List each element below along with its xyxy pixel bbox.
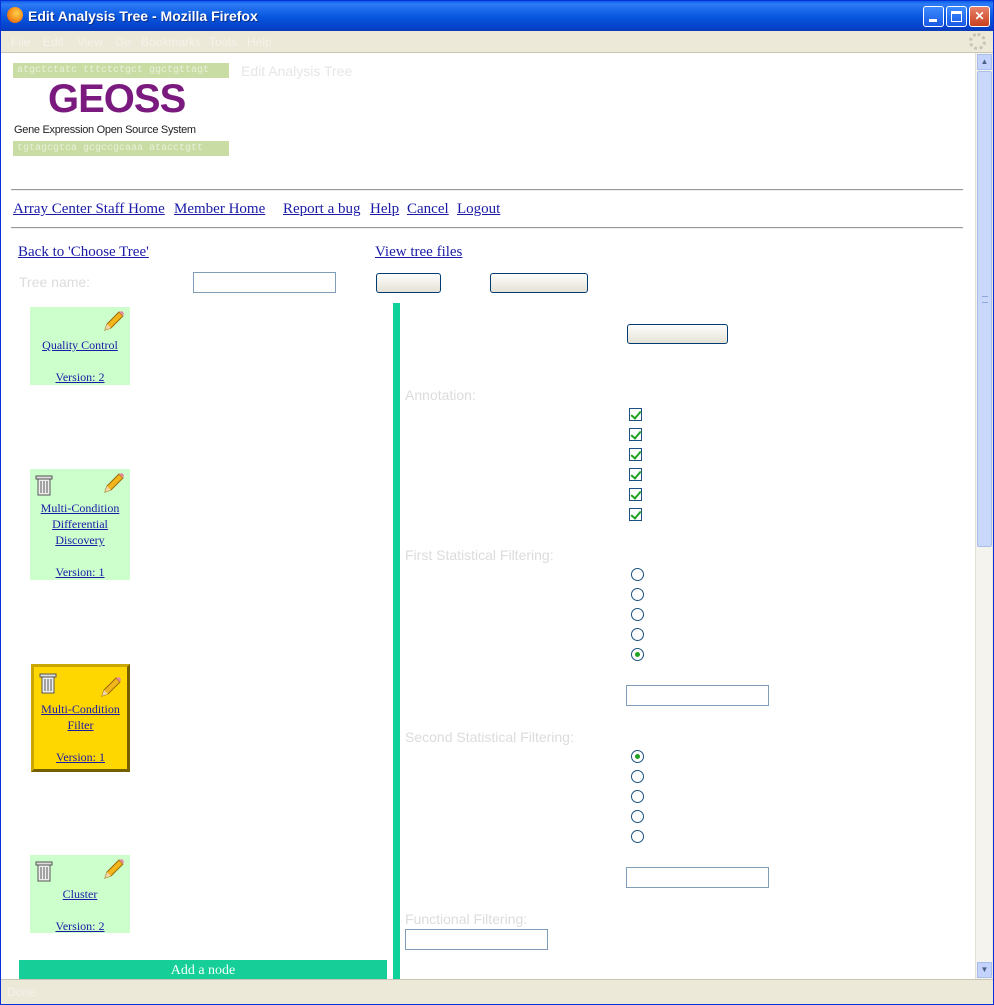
node-version-link[interactable]: Version: 1 (30, 564, 130, 580)
annotation-label: Annotation: (405, 387, 476, 403)
close-icon: ✕ (974, 9, 985, 23)
minimize-icon (929, 19, 937, 22)
menu-edit[interactable]: Edit (43, 35, 64, 49)
node-version-link[interactable]: Version: 2 (30, 918, 130, 934)
node-version-link[interactable]: Version: 2 (30, 369, 130, 385)
menu-help[interactable]: Help (247, 35, 272, 49)
title-bar[interactable]: Edit Analysis Tree - Mozilla Firefox ✕ (1, 1, 993, 31)
nav-staff-home[interactable]: Array Center Staff Home (13, 201, 165, 218)
first-filter-radio-5[interactable] (631, 648, 644, 661)
tree-node-cluster: Cluster Version: 2 (30, 855, 130, 933)
firefox-icon (7, 7, 23, 23)
annotation-checkbox-6[interactable] (629, 508, 642, 521)
throbber-icon (969, 33, 986, 50)
second-filter-radio-3[interactable] (631, 790, 644, 803)
close-button[interactable]: ✕ (969, 6, 990, 27)
annotation-checkbox-1[interactable] (629, 408, 642, 421)
page-title: Edit Analysis Tree (241, 63, 353, 79)
status-bar: Done (1, 979, 993, 1004)
grip-icon (982, 296, 988, 303)
edit-pencil-icon[interactable] (99, 675, 123, 699)
tree-properties-divider (393, 303, 400, 979)
scroll-up-arrow-icon[interactable]: ▲ (977, 54, 992, 70)
add-node-button[interactable]: Add a node (19, 960, 387, 979)
node-name-link[interactable]: Multi-Condition Filter (34, 701, 127, 733)
status-text: Done (7, 985, 36, 999)
minimize-button[interactable] (923, 6, 944, 27)
window-title: Edit Analysis Tree - Mozilla Firefox (28, 8, 258, 24)
functional-filter-label: Functional Filtering: (405, 911, 528, 927)
first-filter-input[interactable] (626, 685, 769, 706)
tree-name-input[interactable] (193, 272, 336, 293)
functional-filter-input[interactable] (405, 929, 548, 950)
trash-icon[interactable] (34, 473, 54, 497)
second-filter-radio-5[interactable] (631, 830, 644, 843)
maximize-button[interactable] (946, 6, 967, 27)
second-filter-radio-1[interactable] (631, 750, 644, 763)
scrollbar-thumb[interactable] (977, 71, 992, 547)
nav-report-bug[interactable]: Report a bug (283, 201, 360, 218)
node-name-link[interactable]: Multi-Condition Differential Discovery (30, 500, 130, 548)
logo-subtitle: Gene Expression Open Source System (14, 124, 196, 136)
properties-action-button[interactable] (627, 324, 728, 344)
tree-action-button-1[interactable] (376, 273, 441, 293)
first-filter-radio-1[interactable] (631, 568, 644, 581)
second-filter-radio-2[interactable] (631, 770, 644, 783)
tree-node-differential-discovery: Multi-Condition Differential Discovery V… (30, 469, 130, 580)
view-tree-files-link[interactable]: View tree files (375, 244, 462, 261)
second-filter-input[interactable] (626, 867, 769, 888)
node-name-link[interactable]: Cluster (30, 886, 130, 902)
menu-bookmarks[interactable]: Bookmarks (141, 35, 201, 49)
edit-pencil-icon[interactable] (102, 471, 126, 495)
node-name-link[interactable]: Quality Control (30, 337, 130, 353)
annotation-checkbox-5[interactable] (629, 488, 642, 501)
geoss-logo: GEOSS (48, 77, 186, 121)
divider-bottom (11, 227, 963, 229)
annotation-checkbox-2[interactable] (629, 428, 642, 441)
menu-file[interactable]: File (11, 35, 30, 49)
menu-bar: File Edit View Go Bookmarks Tools Help (1, 31, 993, 53)
second-filter-radio-4[interactable] (631, 810, 644, 823)
tree-name-label: Tree name: (19, 274, 91, 290)
first-filter-radio-4[interactable] (631, 628, 644, 641)
vertical-scrollbar[interactable]: ▲ ▼ (975, 53, 992, 979)
menu-go[interactable]: Go (115, 35, 131, 49)
nav-help[interactable]: Help (370, 201, 399, 218)
nav-logout[interactable]: Logout (457, 201, 500, 218)
first-filter-radio-2[interactable] (631, 588, 644, 601)
trash-icon[interactable] (34, 859, 54, 883)
tree-node-filter-active: Multi-Condition Filter Version: 1 (31, 664, 130, 772)
nav-cancel[interactable]: Cancel (407, 201, 449, 218)
trash-icon[interactable] (38, 671, 58, 695)
edit-pencil-icon[interactable] (102, 309, 126, 333)
divider-top (11, 189, 963, 191)
back-to-choose-tree-link[interactable]: Back to 'Choose Tree' (18, 244, 149, 261)
edit-pencil-icon[interactable] (102, 857, 126, 881)
first-filter-radio-3[interactable] (631, 608, 644, 621)
second-filter-label: Second Statistical Filtering: (405, 729, 574, 745)
page-viewport: atgctctatc tttctctgct ggctgttagt GEOSS G… (1, 53, 975, 979)
dna-strip-top: atgctctatc tttctctgct ggctgttagt (13, 63, 229, 78)
nav-member-home[interactable]: Member Home (174, 201, 265, 218)
tree-action-button-2[interactable] (490, 273, 588, 293)
menu-view[interactable]: View (77, 35, 103, 49)
scroll-down-arrow-icon[interactable]: ▼ (977, 962, 992, 978)
browser-window: Edit Analysis Tree - Mozilla Firefox ✕ F… (0, 0, 994, 1005)
annotation-checkbox-3[interactable] (629, 448, 642, 461)
maximize-icon (951, 11, 962, 22)
annotation-checkbox-4[interactable] (629, 468, 642, 481)
dna-strip-bottom: tgtagcgtca gcgccgcaaa atacctgtt (13, 141, 229, 156)
first-filter-label: First Statistical Filtering: (405, 547, 554, 563)
menu-tools[interactable]: Tools (209, 35, 237, 49)
node-version-link[interactable]: Version: 1 (34, 749, 127, 765)
tree-node-quality-control: Quality Control Version: 2 (30, 307, 130, 385)
